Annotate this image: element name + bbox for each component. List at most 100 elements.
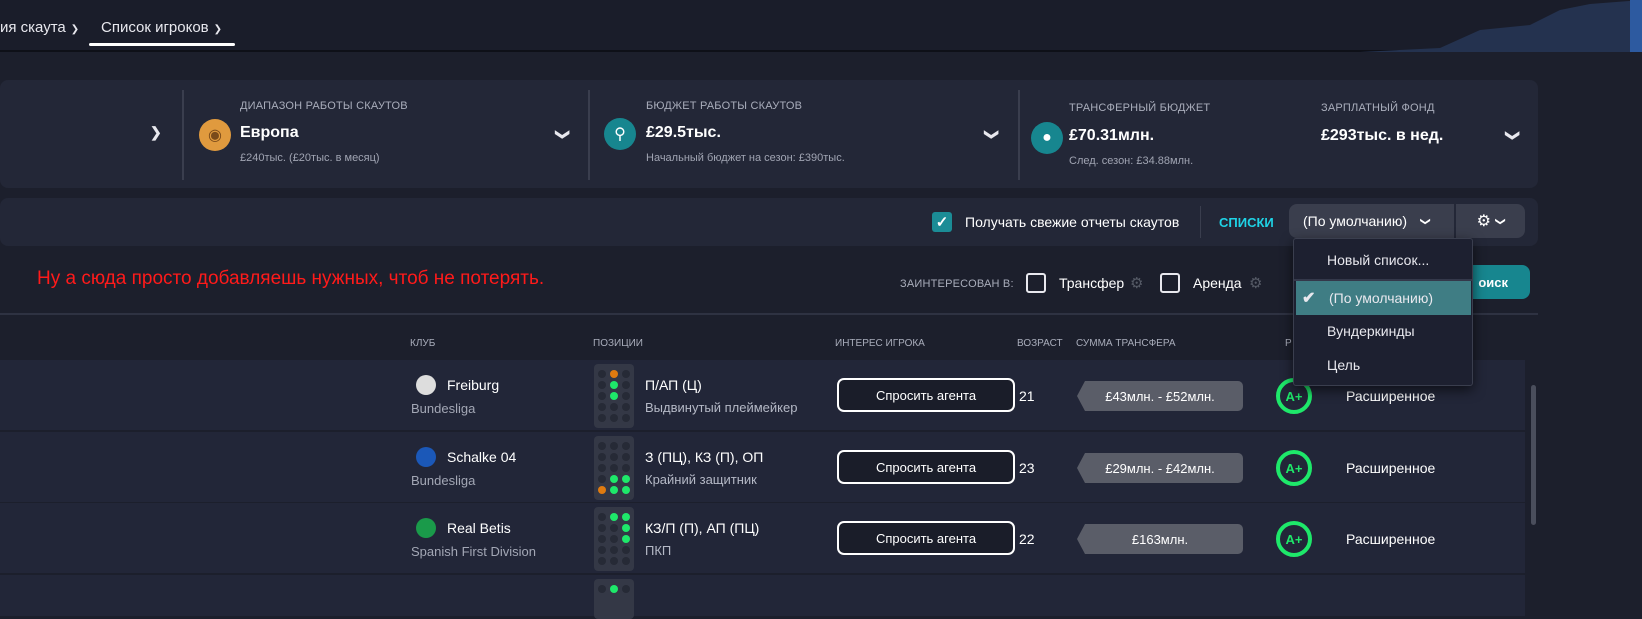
gear-icon[interactable]: ⚙: [1249, 274, 1262, 292]
scout-range-sub: £240тыс. (£20тыс. в месяц): [240, 152, 380, 164]
search-icon: ⚲: [604, 118, 636, 150]
grade-label: A+: [1285, 460, 1303, 476]
position-dot: [622, 403, 630, 411]
position-dot: [622, 557, 630, 565]
position-dot: [622, 392, 630, 400]
club-name[interactable]: Freiburg: [447, 377, 499, 393]
club-name[interactable]: Schalke 04: [447, 449, 516, 465]
menu-item-label: Цель: [1327, 357, 1361, 373]
fresh-reports-checkbox[interactable]: ✓: [932, 212, 952, 232]
gear-icon[interactable]: ⚙: [1130, 274, 1143, 292]
transfer-fee-tag: £29млн. - £42млн.: [1077, 453, 1243, 483]
table-row[interactable]: [0, 575, 1525, 616]
chevron-down-icon[interactable]: ❯: [983, 129, 1000, 141]
transfer-fee-tag: £163млн.: [1077, 524, 1243, 554]
transfer-fee: £43млн. - £52млн.: [1105, 388, 1215, 404]
grade-label: A+: [1285, 531, 1303, 547]
club-name[interactable]: Real Betis: [447, 520, 511, 536]
position-dot: [598, 453, 606, 461]
annotation-note: Ну а сюда просто добавляешь нужных, чтоб…: [37, 268, 545, 289]
position-dot: [610, 475, 618, 483]
position-dot: [610, 464, 618, 472]
ask-agent-button[interactable]: Спросить агента: [837, 521, 1015, 555]
col-club[interactable]: КЛУБ: [410, 338, 435, 349]
menu-item-default[interactable]: ✔ (По умолчанию): [1296, 281, 1471, 315]
transfer-checkbox[interactable]: [1026, 273, 1046, 293]
menu-item-label: Новый список...: [1327, 252, 1430, 268]
scout-budget-label: БЮДЖЕТ РАБОТЫ СКАУТОВ: [646, 100, 803, 112]
role: Выдвинутый плеймейкер: [645, 400, 798, 415]
tab-label: ия скаута: [0, 19, 66, 36]
chevron-right-icon[interactable]: ❯: [150, 124, 162, 141]
grade-label: A+: [1285, 388, 1303, 404]
menu-item-target[interactable]: Цель: [1294, 348, 1472, 382]
col-interest[interactable]: ИНТЕРЕС ИГРОКА: [835, 338, 925, 349]
position-dot: [598, 546, 606, 554]
position-dot: [610, 535, 618, 543]
tab-scout[interactable]: ия скаута ❯: [0, 19, 79, 36]
age: 22: [1019, 531, 1035, 547]
transfer-budget-label: ТРАНСФЕРНЫЙ БЮДЖЕТ: [1069, 102, 1211, 114]
search-button-label: оиск: [1478, 274, 1508, 290]
loan-checkbox[interactable]: [1160, 273, 1180, 293]
report-type: Расширенное: [1346, 388, 1436, 404]
position-dot: [622, 464, 630, 472]
chevron-down-icon: ❯: [1494, 216, 1506, 226]
lists-label[interactable]: СПИСКИ: [1219, 215, 1274, 230]
scout-budget-value: £29.5тыс.: [646, 124, 721, 141]
wage-label: ЗАРПЛАТНЫЙ ФОНД: [1321, 102, 1435, 114]
col-rating[interactable]: Р: [1285, 338, 1292, 349]
chevron-down-icon: ❯: [1419, 216, 1431, 226]
report-type: Расширенное: [1346, 460, 1436, 476]
position-dot: [598, 524, 606, 532]
checkmark-icon: ✔: [1302, 290, 1316, 307]
position-pitch: [594, 436, 634, 500]
settings-button[interactable]: ⚙ ❯: [1456, 204, 1525, 238]
position-dot: [610, 442, 618, 450]
ask-agent-button[interactable]: Спросить агента: [837, 378, 1015, 412]
position-dot: [622, 486, 630, 494]
active-tab-indicator: [89, 43, 235, 46]
position-dot: [610, 370, 618, 378]
league-name[interactable]: Bundesliga: [411, 401, 475, 416]
league-name[interactable]: Spanish First Division: [411, 544, 536, 559]
position-dot: [610, 381, 618, 389]
scout-grade-badge: A+: [1276, 521, 1312, 557]
league-name[interactable]: Bundesliga: [411, 473, 475, 488]
menu-item-new-list[interactable]: Новый список...: [1294, 243, 1472, 277]
gear-icon: ⚙: [1476, 213, 1491, 230]
position-dot: [598, 513, 606, 521]
menu-item-wonderkids[interactable]: Вундеркинды: [1294, 314, 1472, 348]
col-age[interactable]: ВОЗРАСТ: [1017, 338, 1063, 349]
scrollbar[interactable]: [1531, 385, 1536, 525]
col-fee[interactable]: СУММА ТРАНСФЕРА: [1076, 338, 1176, 349]
background-graphic: [1360, 0, 1642, 52]
transfer-fee: £29млн. - £42млн.: [1105, 460, 1215, 476]
wage-value: £293тыс. в нед.: [1321, 127, 1444, 144]
position-dot: [610, 524, 618, 532]
position-dot: [622, 524, 630, 532]
position-dot: [598, 486, 606, 494]
position-dot: [598, 370, 606, 378]
col-positions[interactable]: ПОЗИЦИИ: [593, 338, 643, 349]
list-select-value: (По умолчанию): [1303, 213, 1408, 229]
transfer-budget-value: £70.31млн.: [1069, 127, 1155, 144]
age: 23: [1019, 460, 1035, 476]
position-dot: [610, 486, 618, 494]
position-dot: [598, 535, 606, 543]
divider: [182, 90, 184, 180]
position-dot: [622, 475, 630, 483]
position-dot: [610, 414, 618, 422]
list-dropdown-menu: Новый список... ✔ (По умолчанию) Вундерки…: [1293, 238, 1473, 386]
interested-label: ЗАИНТЕРЕСОВАН В:: [900, 278, 1014, 290]
position-dot: [622, 513, 630, 521]
tab-player-list[interactable]: Список игроков ❯: [101, 19, 222, 36]
ask-agent-button[interactable]: Спросить агента: [837, 450, 1015, 484]
chevron-down-icon[interactable]: ❯: [1504, 130, 1521, 142]
club-crest-icon: [416, 447, 436, 467]
transfer-budget-sub: След. сезон: £34.88млн.: [1069, 155, 1194, 167]
position-pitch: [594, 364, 634, 428]
chevron-down-icon[interactable]: ❯: [554, 129, 571, 141]
list-select[interactable]: (По умолчанию) ❯: [1289, 204, 1454, 238]
age: 21: [1019, 388, 1035, 404]
